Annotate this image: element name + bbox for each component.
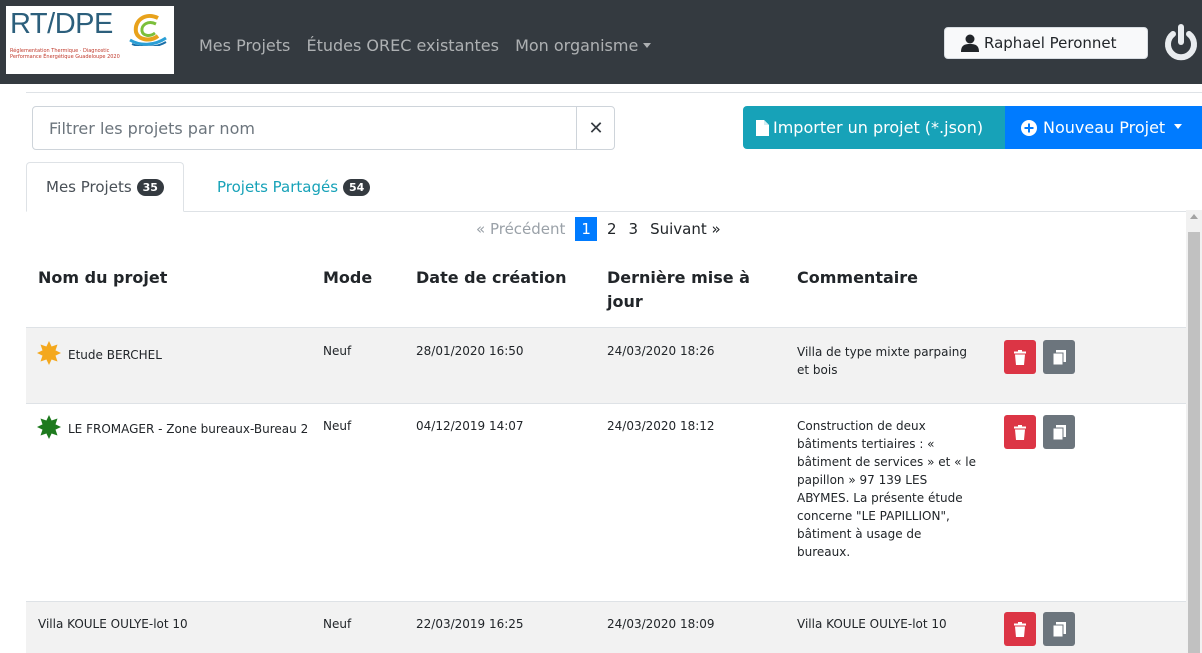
project-mode: Neuf <box>323 617 352 631</box>
filter-input[interactable] <box>33 107 577 149</box>
import-project-label: Importer un projet (*.json) <box>773 118 984 137</box>
pagination-next[interactable]: Suivant » <box>644 220 727 238</box>
tab-mes-projets[interactable]: Mes Projets 35 <box>26 162 184 212</box>
tab-projets-partages[interactable]: Projets Partagés 54 <box>198 162 389 212</box>
project-comment: Construction de deux bâtiments tertiaire… <box>797 419 977 559</box>
column-header-comment[interactable]: Commentaire <box>797 266 918 290</box>
copy-icon <box>1052 621 1066 637</box>
scroll-up-arrow-icon[interactable] <box>1190 214 1198 219</box>
logo-subtitle: Réglementation Thermique · Diagnostic Pe… <box>10 48 120 60</box>
project-name[interactable]: Villa KOULE OULYE-lot 10 <box>38 615 310 633</box>
app-logo[interactable]: RT/DPE Réglementation Thermique · Diagno… <box>6 6 174 74</box>
column-header-created[interactable]: Date de création <box>416 266 567 290</box>
close-icon: ✕ <box>588 117 604 139</box>
project-comment: Villa de type mixte parpaing et bois <box>797 345 968 377</box>
logo-swirl-icon <box>129 13 167 46</box>
new-project-label: Nouveau Projet <box>1043 118 1166 137</box>
copy-button[interactable] <box>1043 612 1075 646</box>
copy-button[interactable] <box>1043 340 1075 374</box>
file-icon <box>756 119 769 136</box>
project-mode: Neuf <box>323 344 352 358</box>
pagination-page-3[interactable]: 3 <box>623 220 645 238</box>
copy-button[interactable] <box>1043 415 1075 449</box>
project-created: 04/12/2019 14:07 <box>416 419 524 433</box>
filter-group: ✕ <box>32 106 615 150</box>
nav-mon-organisme-label: Mon organisme <box>515 36 639 55</box>
power-icon[interactable] <box>1163 24 1199 62</box>
new-project-dropdown-button[interactable]: Nouveau Projet <box>1005 106 1202 149</box>
user-icon <box>961 34 979 52</box>
column-header-name[interactable]: Nom du projet <box>38 266 167 290</box>
column-header-mode[interactable]: Mode <box>323 266 372 290</box>
delete-button[interactable] <box>1004 340 1036 374</box>
count-badge: 35 <box>136 178 164 196</box>
top-navbar: RT/DPE Réglementation Thermique · Diagno… <box>0 0 1202 84</box>
nav-mes-projets[interactable]: Mes Projets <box>199 36 290 55</box>
chevron-down-icon <box>1174 124 1183 129</box>
project-mode: Neuf <box>323 419 352 433</box>
project-name[interactable]: Etude BERCHEL <box>68 346 308 364</box>
scrollbar-thumb[interactable] <box>1188 232 1200 653</box>
pagination: « Précédent 1 2 3 Suivant » <box>470 217 727 241</box>
copy-icon <box>1052 349 1066 365</box>
trash-icon <box>1014 349 1026 365</box>
tab-mes-projets-label: Mes Projets <box>46 178 132 196</box>
clear-filter-button[interactable]: ✕ <box>576 107 615 149</box>
project-updated: 24/03/2020 18:12 <box>607 419 715 433</box>
tab-projets-partages-label: Projets Partagés <box>217 178 339 196</box>
project-created: 22/03/2019 16:25 <box>416 617 524 631</box>
project-updated: 24/03/2020 18:26 <box>607 344 715 358</box>
project-created: 28/01/2020 16:50 <box>416 344 524 358</box>
toolbar-divider <box>26 92 1202 93</box>
trash-icon <box>1014 621 1026 637</box>
trash-icon <box>1014 424 1026 440</box>
project-comment: Villa KOULE OULYE-lot 10 <box>797 617 947 631</box>
sun-status-icon <box>37 341 61 365</box>
delete-button[interactable] <box>1004 415 1036 449</box>
pagination-previous: « Précédent <box>476 220 566 238</box>
logo-text: RT/DPE <box>10 8 113 40</box>
delete-button[interactable] <box>1004 612 1036 646</box>
project-updated: 24/03/2020 18:09 <box>607 617 715 631</box>
copy-icon <box>1052 424 1066 440</box>
user-name: Raphael Peronnet <box>984 34 1117 52</box>
nav-etudes-orec[interactable]: Études OREC existantes <box>306 36 499 55</box>
main-nav: Mes Projets Études OREC existantes Mon o… <box>199 36 662 55</box>
user-button[interactable]: Raphael Peronnet <box>944 27 1148 59</box>
import-project-button[interactable]: Importer un projet (*.json) <box>743 106 1005 149</box>
nav-mon-organisme-dropdown[interactable]: Mon organisme <box>515 36 652 55</box>
count-badge: 54 <box>343 178 371 196</box>
project-name[interactable]: LE FROMAGER - Zone bureaux-Bureau 2 <box>38 420 310 438</box>
column-header-updated[interactable]: Dernière mise à jour <box>607 266 767 314</box>
pagination-page-2[interactable]: 2 <box>601 220 623 238</box>
pagination-page-1[interactable]: 1 <box>575 217 597 241</box>
chevron-down-icon <box>643 43 652 48</box>
plus-circle-icon <box>1021 119 1037 136</box>
